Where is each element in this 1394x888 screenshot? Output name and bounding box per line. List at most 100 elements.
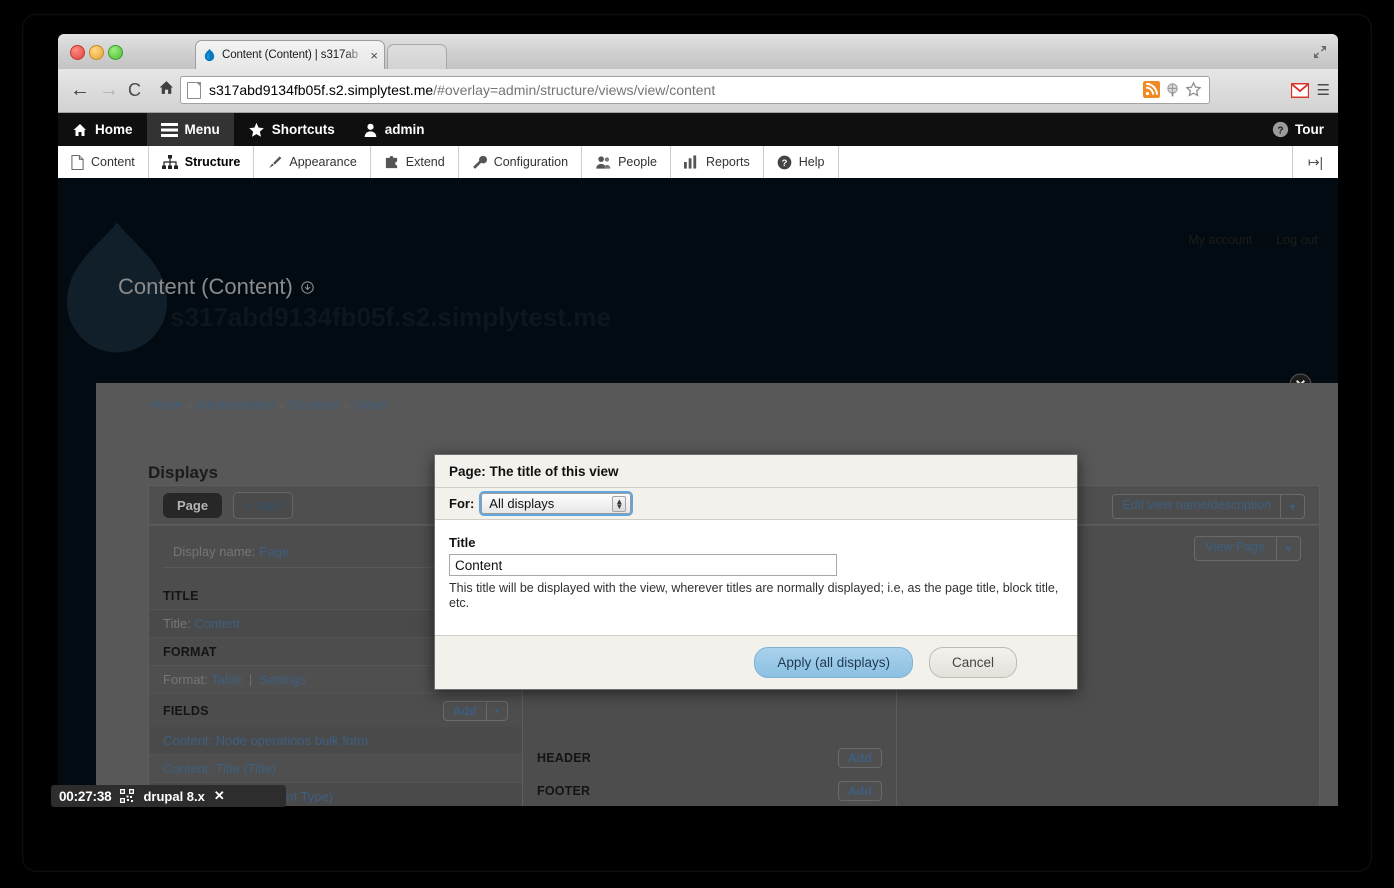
toolbar-item-home[interactable]: Home (58, 113, 147, 146)
tray-item-reports[interactable]: Reports (671, 146, 764, 178)
title-field-description: This title will be displayed with the vi… (449, 581, 1059, 610)
tray-item-label: Configuration (493, 155, 569, 169)
tray-item-people[interactable]: People (582, 146, 671, 178)
footer-add-button[interactable]: Add (838, 781, 882, 801)
address-bar-url: s317abd9134fb05f.s2.simplytest.me/#overl… (209, 82, 716, 98)
extension-icon[interactable] (1164, 81, 1182, 99)
field-row[interactable]: Content: Title (Title) (149, 755, 522, 783)
fields-add-button[interactable]: Add ▼ (442, 701, 508, 721)
home-icon (73, 123, 86, 136)
display-name-value[interactable]: Page (259, 544, 289, 559)
browser-right-icons: ☰ (1216, 76, 1336, 104)
section-heading-header: HEADER Add (523, 741, 896, 774)
window-close-button[interactable] (70, 45, 85, 60)
toolbar-item-label: admin (384, 122, 425, 137)
window-minimize-button[interactable] (89, 45, 104, 60)
title-input[interactable]: Content (449, 554, 837, 576)
admin-toolbar: Home Menu Shortcuts admin ? Tour (58, 113, 1338, 146)
stepper-arrows-icon[interactable]: ▲ ▼ (612, 495, 627, 512)
browser-titlebar: Content (Content) | s317ab × (58, 34, 1338, 70)
add-display-button[interactable]: + Add (233, 491, 293, 519)
maximize-icon[interactable] (1310, 42, 1330, 62)
download-circle-icon[interactable] (301, 280, 314, 294)
people-icon (596, 155, 611, 169)
apply-button[interactable]: Apply (all displays) (754, 647, 913, 678)
view-page-button[interactable]: View Page ▼ (1193, 536, 1301, 561)
breadcrumb-separator: » (278, 398, 286, 412)
row-label: Title: (163, 616, 191, 631)
hud-close-icon[interactable]: ✕ (214, 788, 225, 804)
reload-icon[interactable]: C (128, 79, 141, 101)
header-add-button[interactable]: Add (838, 748, 882, 768)
toolbar-item-menu[interactable]: Menu (146, 113, 234, 146)
section-heading-fields: FIELDS Add ▼ (149, 694, 522, 727)
hamburger-menu-icon[interactable]: ☰ (1317, 81, 1330, 99)
star-icon[interactable] (1185, 81, 1203, 99)
toolbar-item-shortcuts[interactable]: Shortcuts (234, 113, 349, 146)
question-icon: ? (1272, 121, 1289, 138)
toolbar-item-account[interactable]: admin (349, 113, 439, 146)
edit-view-name-label: Edit view name/description (1122, 498, 1272, 512)
chevron-down-icon[interactable]: ▼ (485, 702, 507, 720)
tray-item-label: Structure (184, 155, 241, 169)
question-icon: ? (777, 155, 792, 169)
tab-close-icon[interactable]: × (370, 49, 378, 62)
site-name: s317abd9134fb05f.s2.simplytest.me (170, 302, 611, 332)
new-tab-button[interactable] (387, 44, 447, 70)
home-icon[interactable] (158, 79, 175, 102)
field-row[interactable]: Content: Node operations bulk form (149, 727, 522, 755)
toolbar-item-label: Menu (184, 122, 220, 137)
for-select[interactable]: All displays ▲ ▼ (481, 493, 632, 514)
tray-item-label: Content (91, 155, 135, 169)
displays-heading: Displays (148, 463, 218, 482)
window-zoom-button[interactable] (108, 45, 123, 60)
recorder-hud: 00:27:38 drupal 8.x ✕ (51, 785, 286, 807)
admin-tray: Content Structure Appearance Extend Conf… (58, 146, 1338, 179)
modal-body: Title Content This title will be display… (435, 521, 1077, 633)
display-tab-page[interactable]: Page (163, 492, 223, 518)
edit-view-name-button[interactable]: Edit view name/description ▼ (1112, 494, 1305, 519)
row-value[interactable]: Table (211, 672, 242, 687)
back-arrow-icon[interactable]: ← (70, 79, 90, 101)
tray-item-content[interactable]: Content (58, 146, 149, 178)
title-input-value: Content (455, 557, 503, 573)
drupal-favicon-icon (202, 48, 217, 63)
browser-tab[interactable]: Content (Content) | s317ab × (195, 40, 385, 69)
qr-code-icon[interactable] (120, 789, 135, 803)
row-value-settings[interactable]: Settings (259, 672, 306, 687)
cancel-button[interactable]: Cancel (928, 647, 1017, 678)
title-field-label: Title (449, 535, 476, 550)
collapse-icon[interactable]: ↦| (1292, 146, 1338, 178)
address-bar[interactable]: s317abd9134fb05f.s2.simplytest.me/#overl… (180, 76, 1210, 104)
screen-root: Content (Content) | s317ab × ← → C s317a… (0, 0, 1394, 888)
row-value[interactable]: Content (194, 616, 240, 631)
tray-item-appearance[interactable]: Appearance (254, 146, 371, 178)
tray-item-label: Appearance (289, 155, 357, 169)
tray-item-label: People (618, 155, 657, 169)
toolbar-tour-button[interactable]: ? Tour (1272, 113, 1324, 146)
views-title-modal: Page: The title of this view For: All di… (434, 454, 1078, 690)
tray-item-extend[interactable]: Extend (371, 146, 459, 178)
toolbar-item-label: Home (95, 122, 133, 137)
breadcrumb: Home » Administration » Structure » View… (149, 398, 386, 412)
rss-icon[interactable] (1143, 81, 1161, 99)
tray-item-structure[interactable]: Structure (149, 146, 255, 178)
my-account-link[interactable]: My account (1188, 233, 1252, 247)
wrench-icon (472, 155, 487, 169)
tray-item-configuration[interactable]: Configuration (459, 146, 583, 178)
chevron-down-icon[interactable]: ▼ (1276, 537, 1300, 560)
chevron-down-icon[interactable]: ▼ (1280, 495, 1304, 518)
user-icon (364, 123, 377, 137)
breadcrumb-structure[interactable]: Structure (289, 398, 340, 412)
browser-navbar: ← → C s317abd9134fb05f.s2.simplytest.me/… (58, 69, 1338, 113)
breadcrumb-views[interactable]: Views (353, 398, 386, 412)
for-label: For: (449, 496, 475, 511)
gmail-icon[interactable] (1290, 83, 1309, 98)
log-out-link[interactable]: Log out (1276, 233, 1318, 247)
breadcrumb-separator: » (342, 398, 350, 412)
breadcrumb-home[interactable]: Home (149, 398, 182, 412)
forward-arrow-icon[interactable]: → (99, 79, 119, 101)
tray-item-help[interactable]: ? Help (764, 146, 839, 178)
breadcrumb-administration[interactable]: Administration (196, 398, 275, 412)
modal-heading: Page: The title of this view (435, 455, 1077, 488)
